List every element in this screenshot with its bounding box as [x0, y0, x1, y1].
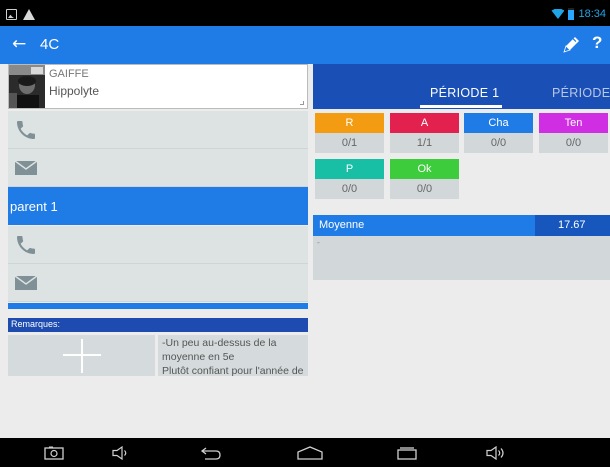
- average-label: Moyenne: [319, 219, 365, 231]
- average-bar: Moyenne 17.67: [313, 215, 610, 236]
- remark-line: -Un peu au-dessus de la: [162, 337, 277, 349]
- phone-icon: [17, 121, 35, 139]
- stat-value: 0/0: [315, 179, 384, 199]
- stat-r[interactable]: R 0/1: [315, 113, 384, 155]
- help-button[interactable]: ?: [592, 33, 602, 53]
- parent-mail-row[interactable]: [8, 264, 308, 302]
- pencil-icon[interactable]: [560, 34, 582, 56]
- remarks-header: Remarques:: [8, 318, 308, 332]
- screenshot-icon[interactable]: [44, 446, 64, 460]
- stat-value: 0/0: [539, 133, 608, 153]
- remark-text[interactable]: -Un peu au-dessus de la moyenne en 5e Pl…: [158, 335, 308, 376]
- system-nav-bar: [0, 438, 610, 467]
- student-card[interactable]: GAIFFE Hippolyte: [8, 64, 308, 109]
- stat-label: R: [315, 113, 384, 133]
- stat-value: 0/1: [315, 133, 384, 153]
- phone-icon: [17, 236, 35, 254]
- parent-phone-row[interactable]: [8, 226, 308, 264]
- stat-value: 1/1: [390, 133, 459, 153]
- parent-label: parent 1: [10, 199, 58, 214]
- average-comment: -: [317, 238, 320, 247]
- stat-cha[interactable]: Cha 0/0: [464, 113, 533, 155]
- recents-icon[interactable]: [395, 446, 419, 460]
- stat-label: Cha: [464, 113, 533, 133]
- status-time: 18:34: [578, 8, 606, 20]
- battery-icon: [568, 8, 575, 20]
- tab-periode-1[interactable]: PÉRIODE 1: [430, 86, 499, 100]
- wifi-icon: [551, 9, 565, 19]
- plus-icon-vertical: [81, 339, 83, 373]
- stat-label: Ok: [390, 159, 459, 179]
- average-comment-box[interactable]: -: [313, 236, 610, 280]
- back-icon[interactable]: [199, 446, 223, 460]
- add-remark-button[interactable]: [8, 335, 155, 376]
- section-divider: [8, 303, 308, 309]
- status-bar: 18:34: [0, 6, 610, 26]
- stat-value: 0/0: [464, 133, 533, 153]
- remark-line: moyenne en 5e: [162, 351, 235, 363]
- gallery-notification-icon: [6, 9, 17, 20]
- home-icon[interactable]: [296, 446, 324, 460]
- mail-icon: [14, 275, 38, 290]
- app-bar: ← 4C ?: [0, 26, 610, 64]
- remark-line: Plutôt confiant pour l'année de: [162, 365, 304, 376]
- status-right: 18:34: [551, 8, 606, 20]
- mail-icon: [14, 160, 38, 175]
- average-value: 17.67: [558, 219, 586, 231]
- class-title: 4C: [40, 36, 60, 53]
- stat-label: Ten: [539, 113, 608, 133]
- student-first-name: Hippolyte: [49, 84, 100, 98]
- active-tab-indicator: [420, 105, 502, 108]
- stat-p[interactable]: P 0/0: [315, 159, 384, 201]
- stat-label: P: [315, 159, 384, 179]
- stat-ok[interactable]: Ok 0/0: [390, 159, 459, 201]
- resize-corner: [300, 101, 304, 105]
- stat-ten[interactable]: Ten 0/0: [539, 113, 608, 155]
- student-photo: [9, 65, 45, 108]
- app-screen: 18:34 ← 4C ? GAIFFE Hippolyte parent 1 R…: [0, 0, 610, 467]
- student-mail-row[interactable]: [8, 149, 308, 187]
- remarks-label: Remarques:: [11, 319, 61, 329]
- period-tabs: PÉRIODE 1 PÉRIODE 2: [313, 64, 610, 109]
- warning-notification-icon: [23, 9, 35, 20]
- stat-label: A: [390, 113, 459, 133]
- stat-a[interactable]: A 1/1: [390, 113, 459, 155]
- student-last-name: GAIFFE: [49, 68, 89, 80]
- student-phone-row[interactable]: [8, 111, 308, 149]
- volume-up-icon[interactable]: [486, 446, 508, 460]
- student-avatar: [9, 65, 45, 108]
- tab-periode-2[interactable]: PÉRIODE 2: [552, 86, 610, 100]
- status-left: [6, 9, 35, 20]
- volume-down-icon[interactable]: [112, 446, 130, 460]
- back-arrow-icon[interactable]: ←: [12, 34, 26, 54]
- parent-header: parent 1: [8, 187, 308, 225]
- stat-value: 0/0: [390, 179, 459, 199]
